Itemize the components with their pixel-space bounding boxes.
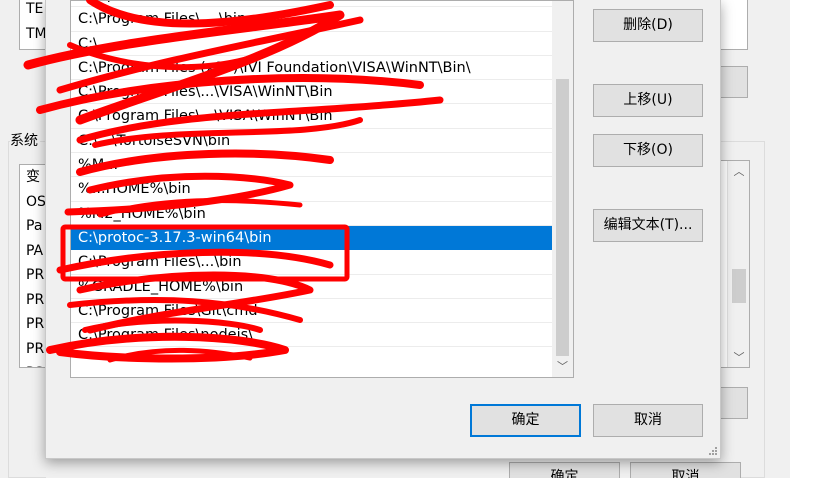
- edit-text-button[interactable]: 编辑文本(T)...: [593, 209, 703, 242]
- path-entry[interactable]: C:\Program Files (x86)\IVI Foundation\VI…: [71, 56, 552, 81]
- path-entries-container: C:\opencv\build\x64\vc14\libC:\Program F…: [71, 1, 552, 348]
- list-item[interactable]: TE: [20, 0, 48, 22]
- path-entry[interactable]: C:\Program Files\Git\cmd: [71, 299, 552, 324]
- cancel-button[interactable]: 取消: [593, 404, 703, 437]
- path-entry[interactable]: C:\Program Files\... \bin: [71, 7, 552, 32]
- path-entry[interactable]: C:\...: [71, 32, 552, 56]
- system-vars-delete-button[interactable]: [720, 387, 748, 419]
- list-item[interactable]: TM: [20, 22, 48, 47]
- path-list-scrollbar[interactable]: ﹀: [552, 1, 573, 377]
- move-up-button[interactable]: 上移(U): [593, 84, 703, 117]
- scrollbar-thumb[interactable]: [556, 79, 569, 356]
- system-variables-scrollbar[interactable]: ︿ ﹀: [727, 161, 749, 367]
- path-entry[interactable]: C:\Program Files\...\VISA\WinNT\Bin: [71, 80, 552, 105]
- resize-grip-icon[interactable]: [706, 444, 718, 456]
- user-vars-button[interactable]: [720, 66, 748, 98]
- user-variables-list-right: [720, 0, 748, 50]
- path-entry[interactable]: C:\Program Files\...\VISA\WinNT\Bin: [71, 104, 552, 129]
- parent-ok-button[interactable]: 确定: [509, 462, 620, 478]
- path-entry[interactable]: %M2_HOME%\bin: [71, 202, 552, 226]
- move-down-button[interactable]: 下移(O): [593, 134, 703, 167]
- parent-cancel-button[interactable]: 取消: [630, 462, 741, 478]
- path-entry[interactable]: %GRADLE_HOME%\bin: [71, 275, 552, 299]
- delete-button[interactable]: 删除(D): [593, 9, 703, 42]
- path-entry[interactable]: %...HOME%\bin: [71, 177, 552, 202]
- path-entries-list[interactable]: C:\opencv\build\x64\vc14\libC:\Program F…: [70, 0, 574, 378]
- path-entry[interactable]: C:\Program Files\...\bin: [71, 250, 552, 275]
- scroll-up-arrow-icon[interactable]: ︿: [728, 163, 750, 179]
- edit-environment-variable-dialog: C:\opencv\build\x64\vc14\libC:\Program F…: [45, 0, 721, 459]
- path-entry-selected[interactable]: C:\protoc-3.17.3-win64\bin: [71, 225, 552, 251]
- path-entry[interactable]: %M...: [71, 153, 552, 178]
- scroll-down-arrow-icon[interactable]: ﹀: [552, 358, 573, 376]
- system-variables-label: 系统: [10, 130, 40, 150]
- path-entry[interactable]: C:\...\TortoiseSVN\bin: [71, 129, 552, 154]
- scrollbar-thumb[interactable]: [732, 269, 746, 303]
- desktop-background: [790, 0, 821, 478]
- ok-button[interactable]: 确定: [470, 404, 581, 437]
- path-entry[interactable]: C:\opencv\build\x64\vc14\lib: [71, 1, 552, 8]
- path-entry[interactable]: C:\Program Files\nodejs\: [71, 323, 552, 348]
- scroll-down-arrow-icon[interactable]: ﹀: [728, 349, 750, 365]
